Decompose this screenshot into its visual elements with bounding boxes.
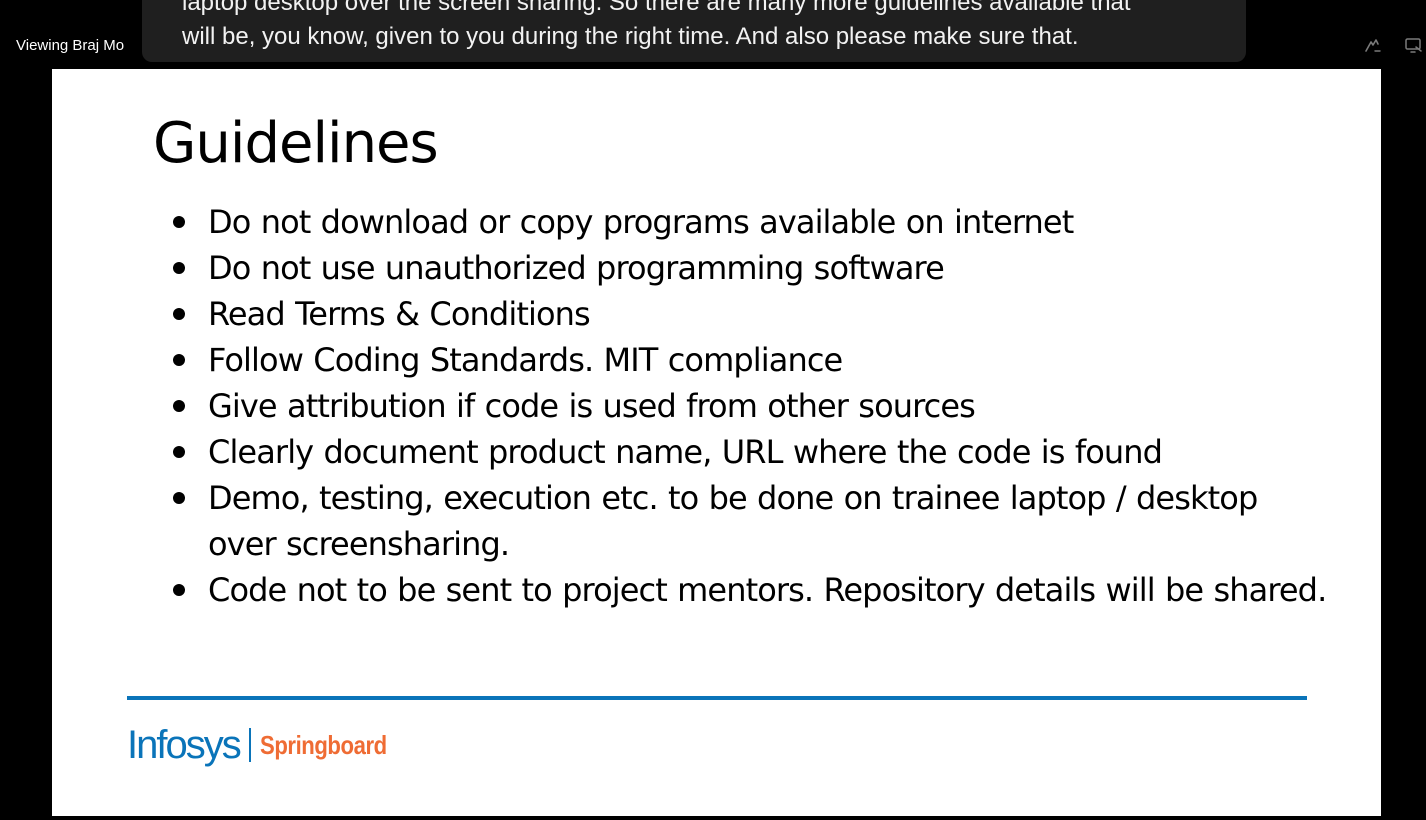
list-item: Do not use unauthorized programming soft… (170, 245, 1330, 291)
bullet-icon (173, 354, 185, 366)
logo-divider (248, 728, 251, 762)
list-item: Follow Coding Standards. MIT compliance (170, 337, 1330, 383)
list-item-text: Code not to be sent to project mentors. … (208, 571, 1327, 609)
list-item-text: Demo, testing, execution etc. to be done… (208, 479, 1258, 563)
list-item-text: Do not use unauthorized programming soft… (208, 249, 945, 287)
list-item-text: Give attribution if code is used from ot… (208, 387, 976, 425)
list-item-text: Clearly document product name, URL where… (208, 433, 1163, 471)
list-item: Read Terms & Conditions (170, 291, 1330, 337)
bullet-icon (173, 584, 185, 596)
list-item-text: Read Terms & Conditions (208, 295, 591, 333)
live-caption: laptop desktop over the screen sharing. … (142, 0, 1246, 62)
viewing-label: Viewing Braj Mo (16, 37, 125, 54)
bullet-icon (173, 446, 185, 458)
list-item-text: Do not download or copy programs availab… (208, 203, 1074, 241)
list-item: Give attribution if code is used from ot… (170, 383, 1330, 429)
bullet-icon (173, 492, 185, 504)
footer-divider (127, 696, 1307, 700)
caption-line-2: will be, you know, given to you during t… (182, 23, 1079, 50)
list-item-text: Follow Coding Standards. MIT compliance (208, 341, 843, 379)
guidelines-list: Do not download or copy programs availab… (170, 199, 1330, 613)
bullet-icon (173, 262, 185, 274)
slide-title: Guidelines (153, 111, 439, 176)
list-item: Demo, testing, execution etc. to be done… (170, 475, 1330, 567)
infosys-springboard-logo: Infosys Springboard (127, 723, 409, 767)
bullet-icon (173, 308, 185, 320)
bullet-icon (173, 400, 185, 412)
logo-springboard-text: Springboard (259, 730, 387, 760)
pen-annotate-icon[interactable] (1363, 36, 1383, 56)
shared-slide: Guidelines Do not download or copy progr… (52, 69, 1381, 816)
list-item: Code not to be sent to project mentors. … (170, 567, 1330, 613)
logo-infosys-text: Infosys (127, 723, 242, 767)
list-item: Do not download or copy programs availab… (170, 199, 1330, 245)
caption-line-1: laptop desktop over the screen sharing. … (182, 0, 1131, 16)
screen-share-icon[interactable] (1404, 36, 1424, 56)
bullet-icon (173, 216, 185, 228)
list-item: Clearly document product name, URL where… (170, 429, 1330, 475)
